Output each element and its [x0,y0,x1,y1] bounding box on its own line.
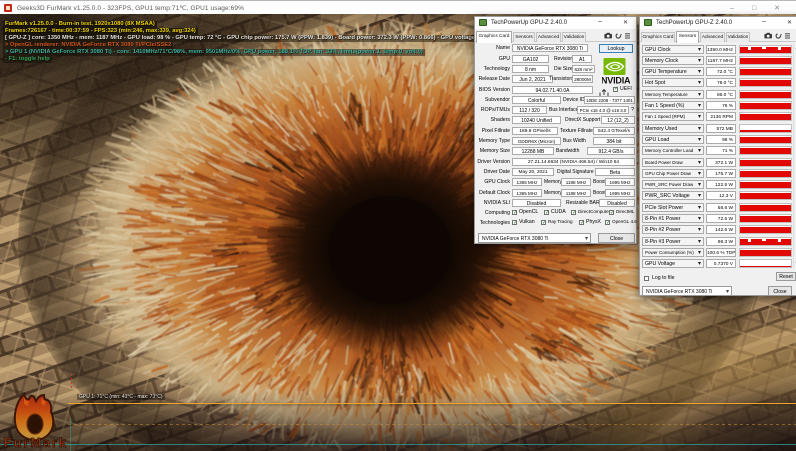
svg-text:FurMark: FurMark [4,436,66,450]
svg-text:NVIDIA: NVIDIA [602,75,631,85]
